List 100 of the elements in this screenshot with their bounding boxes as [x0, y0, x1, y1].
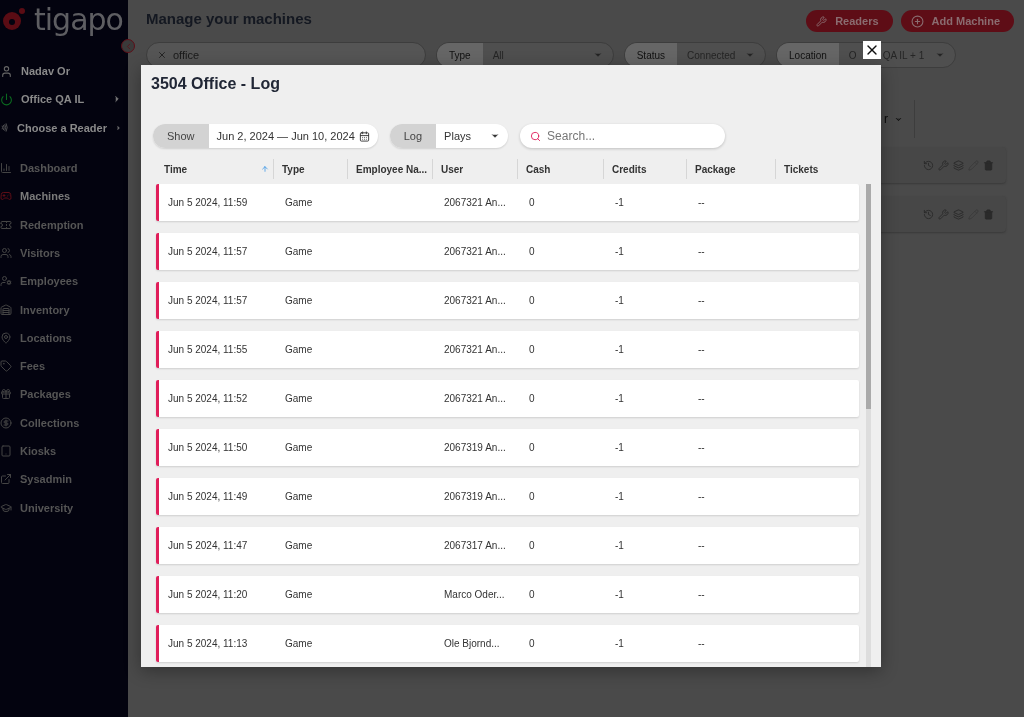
context-item[interactable]: Office QA IL — [0, 85, 128, 114]
collapse-button[interactable] — [121, 39, 135, 53]
table-cell-text: -- — [697, 540, 706, 551]
trash-icon[interactable] — [983, 208, 994, 220]
table-cell-text: -1 — [614, 295, 625, 306]
log-row[interactable]: Jun 5 2024, 11:20 Game Marco Oder... 0 -1 -- — [156, 576, 859, 613]
log-row[interactable]: Jun 5 2024, 11:49 Game 2067319 An... 0 -1 -- — [156, 478, 859, 515]
table-cell-text: -- — [697, 491, 706, 502]
table-cell-text: Game — [284, 344, 314, 355]
plus-icon — [910, 14, 924, 28]
calendar-icon — [358, 130, 370, 142]
column-header[interactable]: Employee Na... — [347, 159, 432, 179]
table-cell-text: Ole Bjornd... — [443, 638, 501, 649]
caret-icon — [745, 50, 756, 60]
column-header[interactable]: Package — [686, 159, 775, 179]
column-header[interactable]: Time — [156, 159, 273, 179]
date-range-field[interactable]: Show Jun 2, 2024 — Jun 10, 2024 — [153, 124, 378, 148]
table-cell-text: Jun 5 2024, 11:47 — [167, 540, 249, 551]
user-name[interactable]: Nadav Or — [21, 65, 122, 78]
nfc-icon — [0, 121, 10, 135]
nav-icon — [0, 445, 12, 457]
search-icon — [530, 130, 542, 142]
chevron-icon — [112, 94, 122, 105]
table-cell-text: Jun 5 2024, 11:59 — [167, 197, 249, 208]
close-button[interactable] — [863, 41, 881, 59]
table-cell-text: 0 — [528, 197, 536, 208]
table-cell-text: Jun 5 2024, 11:57 — [167, 295, 249, 306]
table-cell-text: Marco Oder... — [443, 589, 506, 600]
search-field[interactable]: Search... — [520, 124, 726, 148]
table-cell-text: -1 — [614, 638, 625, 649]
log-row[interactable]: Jun 5 2024, 11:57 Game 2067321 An... 0 -1 -- — [156, 233, 859, 270]
layers-icon[interactable] — [953, 159, 964, 171]
table-cell-text: Game — [284, 393, 314, 404]
table-cell-text: -- — [697, 295, 706, 306]
table-cell-text: Jun 5 2024, 11:13 — [167, 638, 249, 649]
table-cell-text: 2067321 An... — [443, 246, 507, 257]
table-cell-text: Game — [284, 295, 314, 306]
table-cell-text: Jun 5 2024, 11:55 — [167, 344, 249, 355]
scrollbar-thumb[interactable] — [866, 184, 871, 409]
table-cell-text: Jun 5 2024, 11:20 — [167, 589, 249, 600]
table-cell-text: -1 — [614, 589, 625, 600]
log-row[interactable]: Jun 5 2024, 11:55 Game 2067321 An... 0 -1 -- — [156, 331, 859, 368]
table-cell-text: -1 — [614, 344, 625, 355]
log-row[interactable]: Jun 5 2024, 11:50 Game 2067319 An... 0 -1 -- — [156, 429, 859, 466]
table-cell-text: 2067321 An... — [443, 197, 507, 208]
user-icon — [0, 64, 13, 78]
layers-icon[interactable] — [953, 208, 964, 220]
sort-icon — [261, 165, 269, 173]
log-row[interactable]: Jun 5 2024, 11:52 Game 2067321 An... 0 -1 -- — [156, 380, 859, 417]
nav-item[interactable]: Machines — [0, 182, 128, 211]
column-header[interactable]: Cash — [517, 159, 603, 179]
column-header[interactable]: Type — [273, 159, 347, 179]
table-cell-text: -- — [697, 197, 706, 208]
log-row[interactable]: Jun 5 2024, 11:13 Game Ole Bjornd... 0 -1 -- — [156, 625, 859, 662]
column-header[interactable]: User — [432, 159, 517, 179]
table-cell-text: Game — [284, 442, 314, 453]
table-cell-text: 0 — [528, 540, 536, 551]
power-icon — [0, 92, 13, 106]
table-cell-text: Game — [284, 491, 314, 502]
table-cell-text: 0 — [528, 638, 536, 649]
table-cell-text: Game — [284, 197, 314, 208]
table-cell-text: 2067321 An... — [443, 295, 507, 306]
caret-icon — [934, 50, 945, 60]
table-cell-text: 2067321 An... — [443, 393, 507, 404]
table-cell-text: -- — [697, 638, 706, 649]
table-cell-text: 0 — [528, 344, 536, 355]
clear-icon — [157, 50, 167, 60]
nav-icon — [0, 246, 12, 259]
table-cell-text: 2067319 An... — [443, 491, 507, 502]
log-row[interactable]: Jun 5 2024, 11:47 Game 2067317 An... 0 -1 -- — [156, 527, 859, 564]
table-cell-text: -1 — [614, 393, 625, 404]
wrench-icon — [816, 15, 828, 27]
context-item[interactable]: Choose a Reader — [0, 113, 128, 142]
nav-icon — [0, 388, 12, 401]
nav-icon — [0, 360, 12, 373]
history-icon[interactable] — [923, 159, 934, 171]
column-header[interactable]: Credits — [603, 159, 686, 179]
log-type-select[interactable]: Log Plays — [389, 124, 509, 148]
column-header[interactable]: Tickets — [775, 159, 859, 179]
table-cell-text: 0 — [528, 491, 536, 502]
table-cell-text: -- — [697, 393, 706, 404]
nav-icon — [0, 416, 12, 429]
history-icon[interactable] — [923, 208, 934, 220]
table-cell-text: -1 — [614, 442, 625, 453]
table-cell-text: 0 — [528, 246, 536, 257]
nav-icon — [0, 303, 12, 316]
table-cell-text: Game — [284, 638, 314, 649]
nav-icon — [0, 275, 12, 288]
nav-icon — [0, 331, 12, 344]
table-cell-text: -1 — [614, 491, 625, 502]
caret-icon — [490, 131, 501, 141]
table-cell-text: -- — [697, 246, 706, 257]
trash-icon[interactable] — [983, 159, 994, 171]
log-row[interactable]: Jun 5 2024, 11:57 Game 2067321 An... 0 -1 -- — [156, 282, 859, 319]
table-cell-text: -- — [697, 442, 706, 453]
table-cell-text: Jun 5 2024, 11:50 — [167, 442, 249, 453]
log-row[interactable]: Jun 5 2024, 11:59 Game 2067321 An... 0 -1 -- — [156, 184, 859, 221]
table-cell-text: Game — [284, 246, 314, 257]
table-cell-text: Jun 5 2024, 11:57 — [167, 246, 249, 257]
nav-icon — [0, 190, 12, 203]
